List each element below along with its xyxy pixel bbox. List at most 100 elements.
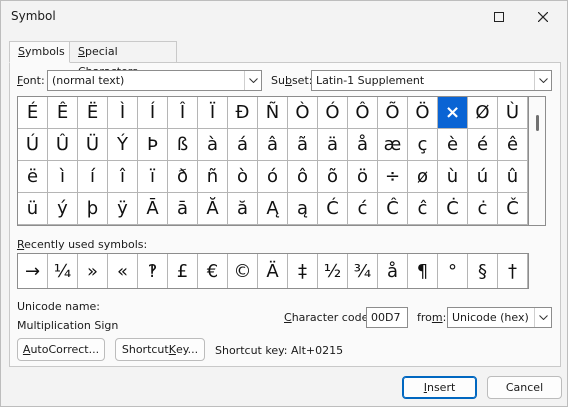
- recent-symbol-cell[interactable]: å: [378, 254, 408, 288]
- symbol-cell[interactable]: Ë: [78, 97, 108, 129]
- recent-symbol-cell[interactable]: §: [468, 254, 498, 288]
- tab-special-characters[interactable]: Special Characters: [69, 41, 177, 78]
- symbol-cell[interactable]: ĉ: [408, 193, 438, 225]
- symbol-cell[interactable]: ê: [498, 129, 528, 161]
- symbol-cell[interactable]: ð: [168, 161, 198, 193]
- symbol-cell[interactable]: Î: [168, 97, 198, 129]
- symbol-cell[interactable]: Ì: [108, 97, 138, 129]
- recent-symbol-cell[interactable]: ‡: [288, 254, 318, 288]
- symbol-cell[interactable]: Õ: [378, 97, 408, 129]
- symbol-cell[interactable]: Ă: [198, 193, 228, 225]
- maximize-button[interactable]: [479, 1, 519, 33]
- recent-symbol-cell[interactable]: ½: [318, 254, 348, 288]
- recent-symbol-cell[interactable]: °: [438, 254, 468, 288]
- close-button[interactable]: [523, 1, 563, 33]
- symbol-cell[interactable]: Ā: [138, 193, 168, 225]
- symbol-cell[interactable]: ø: [408, 161, 438, 193]
- symbol-cell[interactable]: î: [108, 161, 138, 193]
- symbol-cell[interactable]: ù: [438, 161, 468, 193]
- symbol-cell[interactable]: Ó: [318, 97, 348, 129]
- symbol-cell[interactable]: Ü: [78, 129, 108, 161]
- symbol-cell[interactable]: õ: [318, 161, 348, 193]
- recent-symbol-cell[interactable]: ©: [228, 254, 258, 288]
- recent-symbol-cell[interactable]: Ä: [258, 254, 288, 288]
- symbol-grid-scrollbar[interactable]: [529, 96, 546, 226]
- symbol-cell[interactable]: ñ: [198, 161, 228, 193]
- symbol-grid: É Ê Ë Ì Í Î Ï Đ Ñ Ò Ó Ô Õ Ö × Ø Ù Ú Û Ü Ý Þß à á â ã ä å æ ç è é ê ë ì í î ï ð…: [17, 96, 529, 226]
- symbol-cell[interactable]: Ĉ: [378, 193, 408, 225]
- symbol-cell[interactable]: û: [498, 161, 528, 193]
- symbol-cell[interactable]: ÷: [378, 161, 408, 193]
- scrollbar-thumb[interactable]: [536, 115, 539, 131]
- symbol-cell[interactable]: É: [18, 97, 48, 129]
- character-code-input[interactable]: 00D7: [366, 307, 408, 328]
- recent-symbol-cell[interactable]: †: [498, 254, 528, 288]
- symbol-cell[interactable]: ö: [348, 161, 378, 193]
- symbol-cell[interactable]: Ý: [108, 129, 138, 161]
- symbol-cell[interactable]: Þ: [138, 129, 168, 161]
- symbol-cell[interactable]: ì: [48, 161, 78, 193]
- symbol-cell[interactable]: Ï: [198, 97, 228, 129]
- symbol-cell[interactable]: á: [228, 129, 258, 161]
- symbol-cell[interactable]: æ: [378, 129, 408, 161]
- symbol-cell[interactable]: ï: [138, 161, 168, 193]
- symbol-cell[interactable]: Ą: [258, 193, 288, 225]
- from-select[interactable]: Unicode (hex): [447, 307, 552, 328]
- symbol-cell[interactable]: ä: [318, 129, 348, 161]
- symbol-cell[interactable]: Ò: [288, 97, 318, 129]
- font-select[interactable]: (normal text): [47, 70, 262, 91]
- symbol-cell[interactable]: ô: [288, 161, 318, 193]
- symbol-cell[interactable]: ã: [288, 129, 318, 161]
- symbol-cell[interactable]: Ú: [18, 129, 48, 161]
- symbol-cell[interactable]: Ô: [348, 97, 378, 129]
- symbol-cell[interactable]: ā: [168, 193, 198, 225]
- symbol-cell-selected[interactable]: ×: [438, 97, 468, 129]
- symbol-cell[interactable]: ą: [288, 193, 318, 225]
- recent-symbol-cell[interactable]: €: [198, 254, 228, 288]
- symbol-cell[interactable]: þ: [78, 193, 108, 225]
- symbol-cell[interactable]: é: [468, 129, 498, 161]
- shortcut-key-button[interactable]: Shortcut Key...: [115, 338, 205, 361]
- recent-symbol-cell[interactable]: ¾: [348, 254, 378, 288]
- symbol-cell[interactable]: Í: [138, 97, 168, 129]
- symbol-cell[interactable]: Ö: [408, 97, 438, 129]
- symbol-cell[interactable]: Đ: [228, 97, 258, 129]
- symbol-cell[interactable]: ċ: [468, 193, 498, 225]
- recent-symbol-cell[interactable]: →: [18, 254, 48, 288]
- symbol-cell[interactable]: à: [198, 129, 228, 161]
- symbol-cell[interactable]: è: [438, 129, 468, 161]
- symbol-cell[interactable]: í: [78, 161, 108, 193]
- recent-symbol-cell[interactable]: ¶: [408, 254, 438, 288]
- symbol-cell[interactable]: Ñ: [258, 97, 288, 129]
- recent-symbol-cell[interactable]: »: [78, 254, 108, 288]
- symbol-cell[interactable]: ć: [348, 193, 378, 225]
- cancel-button[interactable]: Cancel: [487, 376, 562, 399]
- recent-symbol-cell[interactable]: ‽: [138, 254, 168, 288]
- symbol-cell[interactable]: Ê: [48, 97, 78, 129]
- symbol-cell[interactable]: ò: [228, 161, 258, 193]
- symbol-cell[interactable]: ú: [468, 161, 498, 193]
- symbol-cell[interactable]: â: [258, 129, 288, 161]
- recent-symbol-cell[interactable]: £: [168, 254, 198, 288]
- symbol-cell[interactable]: Ċ: [438, 193, 468, 225]
- insert-button[interactable]: Insert: [402, 376, 477, 399]
- subset-select[interactable]: Latin-1 Supplement: [311, 70, 552, 91]
- symbol-cell[interactable]: ß: [168, 129, 198, 161]
- symbol-cell[interactable]: ă: [228, 193, 258, 225]
- symbol-cell[interactable]: ü: [18, 193, 48, 225]
- symbol-cell[interactable]: ë: [18, 161, 48, 193]
- symbol-cell[interactable]: ç: [408, 129, 438, 161]
- symbol-cell[interactable]: ÿ: [108, 193, 138, 225]
- symbol-cell[interactable]: å: [348, 129, 378, 161]
- symbol-cell[interactable]: ó: [258, 161, 288, 193]
- autocorrect-button[interactable]: AutoCorrect...: [17, 338, 105, 361]
- symbol-cell[interactable]: Û: [48, 129, 78, 161]
- symbol-cell[interactable]: ý: [48, 193, 78, 225]
- symbol-cell[interactable]: Ø: [468, 97, 498, 129]
- tab-symbols[interactable]: Symbols: [9, 41, 70, 63]
- symbol-cell[interactable]: Ć: [318, 193, 348, 225]
- recent-symbol-cell[interactable]: «: [108, 254, 138, 288]
- symbol-cell[interactable]: Č: [498, 193, 528, 225]
- recent-symbol-cell[interactable]: ¼: [48, 254, 78, 288]
- symbol-cell[interactable]: Ù: [498, 97, 528, 129]
